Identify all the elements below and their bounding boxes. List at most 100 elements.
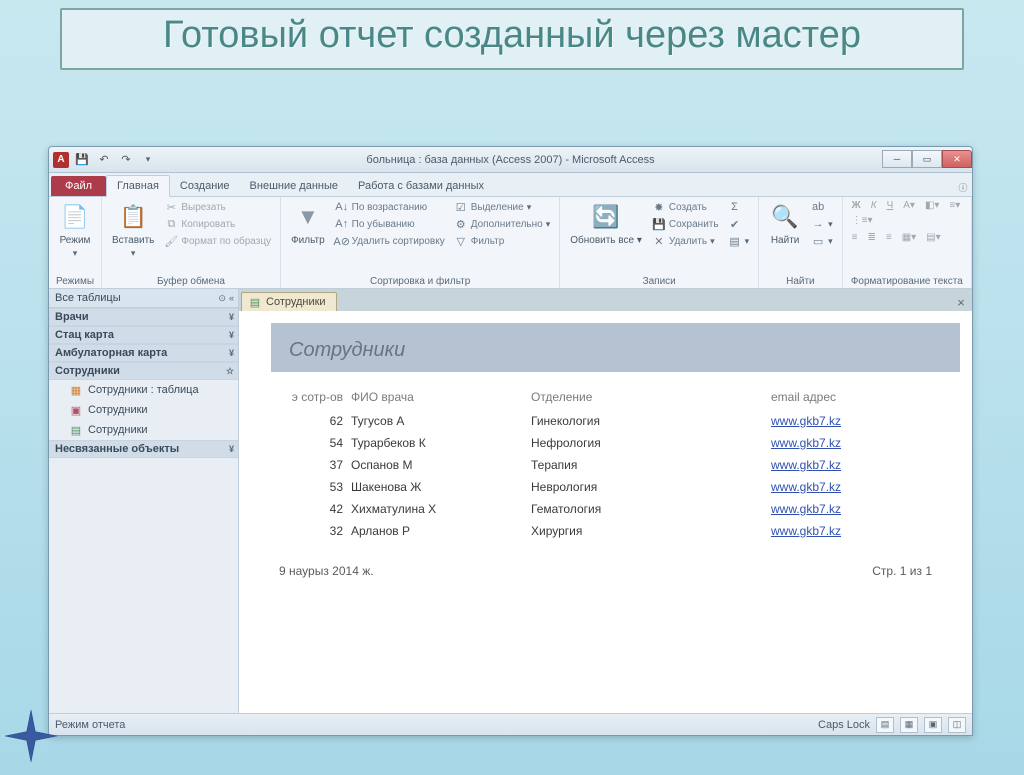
toggle-filter-button[interactable]: ▽Фильтр — [451, 233, 554, 249]
cell-fio: Тугусов А — [351, 414, 531, 428]
window-title: больница : база данных (Access 2007) - M… — [49, 154, 972, 166]
maximize-button[interactable]: ▭ — [912, 150, 942, 168]
gridlines-button[interactable]: ▦▾ — [899, 231, 919, 244]
view-layout-button[interactable]: ▣ — [924, 717, 942, 733]
nav-section-stac[interactable]: Стац карта¥ — [49, 326, 238, 344]
sort-desc-button[interactable]: A↑По убыванию — [332, 216, 448, 232]
bold-button[interactable]: Ж — [849, 199, 864, 212]
titlebar: A 💾 ↶ ↷ ▾ больница : база данных (Access… — [49, 147, 972, 173]
view-label: Режим — [60, 235, 91, 246]
sort-asc-button[interactable]: A↓По возрастанию — [332, 199, 448, 215]
ribbon: 📄 Режим ▾ Режимы 📋 Вставить ▾ ✂Вырезать … — [49, 197, 972, 289]
qat-save-icon[interactable]: 💾 — [73, 151, 91, 169]
format-painter-button[interactable]: 🖌Формат по образцу — [161, 233, 274, 249]
spelling-button[interactable]: ✔ — [725, 216, 753, 232]
underline-button[interactable]: Ч — [884, 199, 897, 212]
clear-sort-icon: A⊘ — [335, 234, 349, 248]
minimize-button[interactable]: ─ — [882, 150, 912, 168]
cell-email: www.gkb7.kz — [771, 458, 954, 472]
group-label-clipboard: Буфер обмена — [108, 275, 274, 287]
qat-customize-icon[interactable]: ▾ — [139, 151, 157, 169]
file-tab[interactable]: Файл — [51, 176, 106, 196]
replace-button[interactable]: ab — [808, 199, 836, 215]
numbering-button[interactable]: ⋮≡▾ — [849, 214, 876, 227]
goto-button[interactable]: →▾ — [808, 216, 836, 232]
view-button[interactable]: 📄 Режим ▾ — [55, 199, 95, 261]
nav-section-unlinked[interactable]: Несвязанные объекты¥ — [49, 440, 238, 458]
report-viewport[interactable]: Сотрудники э сотр-ов ФИО врача Отделение… — [239, 311, 972, 713]
qat-redo-icon[interactable]: ↷ — [117, 151, 135, 169]
view-design-button[interactable]: ◫ — [948, 717, 966, 733]
report-footer: 9 наурыз 2014 ж. Стр. 1 из 1 — [239, 542, 972, 586]
cell-id: 32 — [271, 524, 351, 538]
font-color-button[interactable]: A▾ — [900, 199, 918, 212]
bullets-button[interactable]: ≡▾ — [946, 199, 963, 212]
advanced-filter-button[interactable]: ⚙Дополнительно▾ — [451, 216, 554, 232]
paste-button[interactable]: 📋 Вставить ▾ — [108, 199, 158, 261]
delete-record-button[interactable]: ✕Удалить▾ — [649, 233, 722, 249]
tab-create[interactable]: Создание — [170, 176, 240, 196]
group-label-textfmt: Форматирование текста — [849, 275, 965, 287]
nav-item-staff-form[interactable]: ▣ Сотрудники — [49, 400, 238, 420]
email-link[interactable]: www.gkb7.kz — [771, 458, 841, 472]
tab-database-tools[interactable]: Работа с базами данных — [348, 176, 494, 196]
more-records-button[interactable]: ▤▾ — [725, 233, 753, 249]
view-report-button[interactable]: ▤ — [876, 717, 894, 733]
nav-section-amb[interactable]: Амбулаторная карта¥ — [49, 344, 238, 362]
nav-section-doctors[interactable]: Врачи¥ — [49, 308, 238, 326]
ribbon-help-icon[interactable]: ⓘ — [954, 178, 972, 196]
save-record-button[interactable]: 💾Сохранить — [649, 216, 722, 232]
save-icon: 💾 — [652, 217, 666, 231]
view-print-button[interactable]: ▦ — [900, 717, 918, 733]
tab-home[interactable]: Главная — [106, 175, 170, 197]
email-link[interactable]: www.gkb7.kz — [771, 502, 841, 516]
refresh-all-button[interactable]: 🔄 Обновить все ▾ — [566, 199, 646, 248]
expand-icon: ¥ — [229, 348, 232, 358]
align-right-button[interactable]: ≡ — [883, 231, 895, 244]
document-tab-staff[interactable]: ▤ Сотрудники — [241, 292, 337, 311]
email-link[interactable]: www.gkb7.kz — [771, 436, 841, 450]
ribbon-group-find: 🔍 Найти ab →▾ ▭▾ Найти — [759, 197, 843, 288]
nav-item-staff-table[interactable]: ▦ Сотрудники : таблица — [49, 380, 238, 400]
sum-button[interactable]: Σ — [725, 199, 753, 215]
expand-icon: ¥ — [229, 330, 232, 340]
nav-pane-header[interactable]: Все таблицы ⊙ « — [49, 289, 238, 308]
report-row: 42Хихматулина ХГематологияwww.gkb7.kz — [239, 498, 972, 520]
fill-color-button[interactable]: ◧▾ — [922, 199, 942, 212]
selection-button[interactable]: ☑Выделение▾ — [451, 199, 554, 215]
italic-button[interactable]: К — [868, 199, 880, 212]
qat-undo-icon[interactable]: ↶ — [95, 151, 113, 169]
workspace: Все таблицы ⊙ « Врачи¥ Стац карта¥ Амбул… — [49, 289, 972, 713]
cut-button[interactable]: ✂Вырезать — [161, 199, 274, 215]
alt-row-button[interactable]: ▤▾ — [923, 231, 943, 244]
cell-id: 37 — [271, 458, 351, 472]
cell-id: 54 — [271, 436, 351, 450]
cell-fio: Оспанов М — [351, 458, 531, 472]
select-button[interactable]: ▭▾ — [808, 233, 836, 249]
ribbon-group-clipboard: 📋 Вставить ▾ ✂Вырезать ⧉Копировать 🖌Форм… — [102, 197, 281, 288]
document-tabstrip: ▤ Сотрудники × — [239, 289, 972, 311]
binoculars-icon: 🔍 — [769, 201, 801, 233]
cell-email: www.gkb7.kz — [771, 524, 954, 538]
nav-item-staff-report[interactable]: ▤ Сотрудники — [49, 420, 238, 440]
align-center-button[interactable]: ≣ — [864, 231, 878, 244]
group-label-views: Режимы — [55, 275, 95, 287]
col-header-id: э сотр-ов — [271, 390, 351, 404]
email-link[interactable]: www.gkb7.kz — [771, 524, 841, 538]
new-record-button[interactable]: ✸Создать — [649, 199, 722, 215]
email-link[interactable]: www.gkb7.kz — [771, 414, 841, 428]
find-button[interactable]: 🔍 Найти — [765, 199, 805, 248]
cell-email: www.gkb7.kz — [771, 480, 954, 494]
cell-id: 42 — [271, 502, 351, 516]
filter-button[interactable]: ▼ Фильтр — [287, 199, 329, 248]
copy-button[interactable]: ⧉Копировать — [161, 216, 274, 232]
email-link[interactable]: www.gkb7.kz — [771, 480, 841, 494]
nav-section-staff[interactable]: Сотрудники☆ — [49, 362, 238, 380]
ribbon-group-views: 📄 Режим ▾ Режимы — [49, 197, 102, 288]
align-left-button[interactable]: ≡ — [849, 231, 861, 244]
clear-sort-button[interactable]: A⊘Удалить сортировку — [332, 233, 448, 249]
document-close-button[interactable]: × — [952, 293, 970, 311]
close-button[interactable]: ✕ — [942, 150, 972, 168]
cell-fio: Турарбеков К — [351, 436, 531, 450]
tab-external-data[interactable]: Внешние данные — [240, 176, 348, 196]
